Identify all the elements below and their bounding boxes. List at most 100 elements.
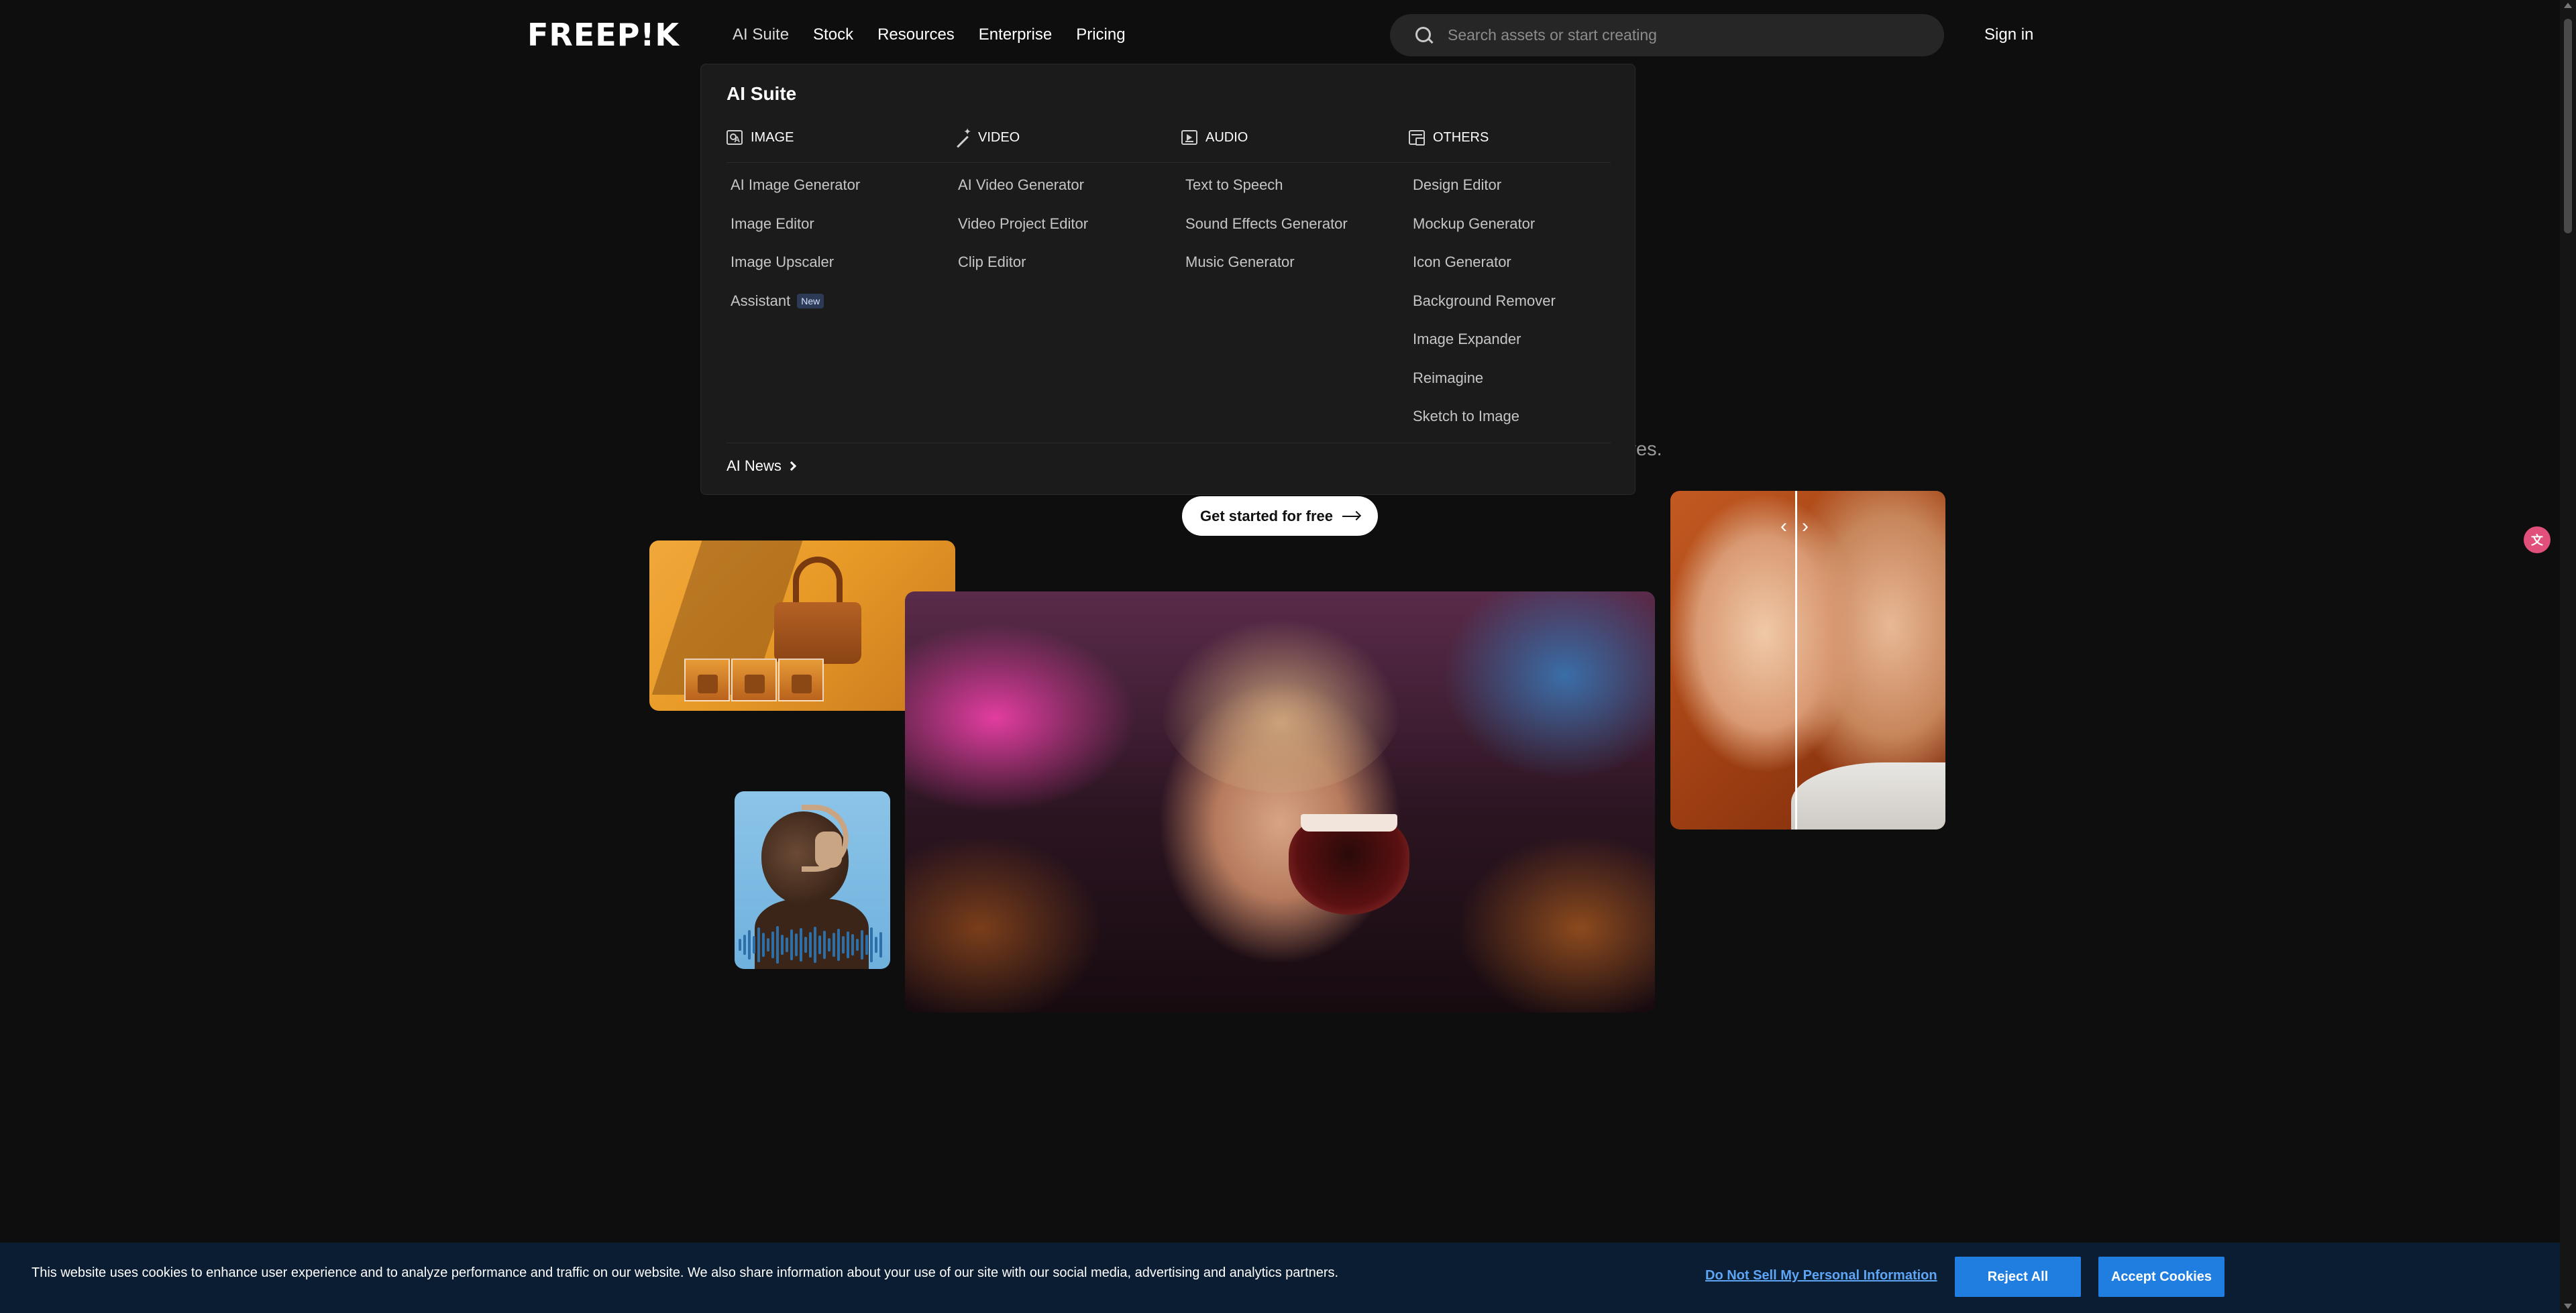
nav-resources[interactable]: Resources xyxy=(877,21,955,48)
cookie-text: This website uses cookies to enhance use… xyxy=(32,1265,1339,1280)
nav-stock[interactable]: Stock xyxy=(813,21,853,48)
column-others: OTHERS Design Editor Mockup Generator Ic… xyxy=(1409,127,1623,445)
waveform-bar xyxy=(804,937,807,953)
bag-thumbnail xyxy=(731,659,777,701)
column-image: IMAGE AI Image Generator Image Editor Im… xyxy=(727,127,941,329)
bag-body xyxy=(774,602,861,664)
column-audio: AUDIO Text to Speech Sound Effects Gener… xyxy=(1181,127,1396,290)
ai-news-link[interactable]: AI News xyxy=(727,457,796,475)
search-bar[interactable] xyxy=(1390,14,1944,56)
dropdown-title: AI Suite xyxy=(727,83,797,104)
bag-variants xyxy=(684,659,824,701)
kid-hair xyxy=(1160,618,1401,793)
link-icon-generator[interactable]: Icon Generator xyxy=(1409,251,1623,273)
waveform-bar xyxy=(814,927,816,963)
search-icon xyxy=(1415,26,1433,44)
chevron-right-icon xyxy=(786,461,796,471)
scrollbar[interactable] xyxy=(2560,0,2576,1313)
waveform-bar xyxy=(875,937,877,953)
waveform-bar xyxy=(828,938,830,952)
bag-thumbnail xyxy=(684,659,730,701)
divider xyxy=(727,162,1611,163)
waveform-bar xyxy=(823,931,826,959)
search-input[interactable] xyxy=(1448,26,1917,44)
link-assistant-label: Assistant xyxy=(731,292,791,309)
link-background-remover[interactable]: Background Remover xyxy=(1409,290,1623,312)
waveform-bar xyxy=(861,930,863,960)
column-heading-image: IMAGE xyxy=(727,127,941,148)
waveform-bar xyxy=(786,937,788,952)
link-assistant[interactable]: Assistant New xyxy=(727,290,941,312)
nav-ai-suite[interactable]: AI Suite xyxy=(733,21,789,48)
waveform-bar xyxy=(870,927,873,962)
link-ai-image-generator[interactable]: AI Image Generator xyxy=(727,174,941,196)
sign-in-link[interactable]: Sign in xyxy=(1984,21,2033,48)
waveform-bar xyxy=(762,933,765,957)
portrait-comparison-image: ‹› xyxy=(1670,491,1945,830)
accept-cookies-button[interactable]: Accept Cookies xyxy=(2098,1257,2224,1297)
get-started-button[interactable]: Get started for free xyxy=(1182,496,1378,536)
column-heading-others: OTHERS xyxy=(1409,127,1623,148)
link-image-upscaler[interactable]: Image Upscaler xyxy=(727,251,941,273)
column-heading-video: VIDEO xyxy=(954,126,1169,148)
main-nav: AI Suite Stock Resources Enterprise Pric… xyxy=(733,21,1150,48)
scroll-up-icon[interactable] xyxy=(2564,3,2572,8)
link-video-project-editor[interactable]: Video Project Editor xyxy=(954,213,1169,235)
waveform-bar xyxy=(833,933,835,957)
waveform-bar xyxy=(767,938,769,952)
reject-all-button[interactable]: Reject All xyxy=(1955,1257,2081,1297)
link-reimagine[interactable]: Reimagine xyxy=(1409,367,1623,389)
waveform-bar xyxy=(771,931,774,958)
waveform-bar xyxy=(739,939,741,951)
headphones-audio-image xyxy=(735,791,890,969)
heading-label: OTHERS xyxy=(1433,129,1489,145)
bag-thumbnail xyxy=(778,659,824,701)
waveform-bar xyxy=(795,933,798,956)
arrow-right-icon xyxy=(1342,515,1360,517)
scroll-thumb[interactable] xyxy=(2564,19,2572,233)
audio-icon xyxy=(1181,130,1197,145)
link-text-to-speech[interactable]: Text to Speech xyxy=(1181,174,1396,196)
comparison-arrows-icon[interactable]: ‹› xyxy=(1780,515,1823,538)
audio-waveform xyxy=(739,925,886,965)
waveform-bar xyxy=(781,935,784,955)
link-sketch-to-image[interactable]: Sketch to Image xyxy=(1409,406,1623,427)
waveform-bar xyxy=(837,929,840,961)
waveform-bar xyxy=(776,926,779,964)
link-ai-video-generator[interactable]: AI Video Generator xyxy=(954,174,1169,196)
link-image-expander[interactable]: Image Expander xyxy=(1409,329,1623,350)
link-image-editor[interactable]: Image Editor xyxy=(727,213,941,235)
freepik-logo[interactable]: FREEP!K xyxy=(527,19,688,50)
new-badge: New xyxy=(797,293,824,308)
waveform-bar xyxy=(879,932,882,958)
do-not-sell-link[interactable]: Do Not Sell My Personal Information xyxy=(1705,1268,1937,1283)
waveform-bar xyxy=(851,934,854,956)
waveform-bar xyxy=(856,939,859,951)
link-clip-editor[interactable]: Clip Editor xyxy=(954,251,1169,273)
link-sound-effects-generator[interactable]: Sound Effects Generator xyxy=(1181,213,1396,235)
waveform-bar xyxy=(865,935,868,955)
waveform-bar xyxy=(748,930,751,960)
column-heading-audio: AUDIO xyxy=(1181,127,1396,148)
waveform-bar xyxy=(753,936,755,954)
nav-enterprise[interactable]: Enterprise xyxy=(979,21,1052,48)
waveform-bar xyxy=(847,931,849,958)
waveform-bar xyxy=(800,928,802,962)
translate-icon[interactable]: 文 xyxy=(2524,526,2551,553)
waveform-bar xyxy=(809,932,812,958)
magic-wand-icon xyxy=(954,126,971,145)
cookie-banner: This website uses cookies to enhance use… xyxy=(0,1243,2560,1313)
heading-label: AUDIO xyxy=(1205,129,1248,145)
cta-label: Get started for free xyxy=(1199,507,1334,524)
link-design-editor[interactable]: Design Editor xyxy=(1409,174,1623,196)
link-mockup-generator[interactable]: Mockup Generator xyxy=(1409,213,1623,235)
nav-pricing[interactable]: Pricing xyxy=(1076,21,1125,48)
waveform-bar xyxy=(842,936,845,954)
apps-icon xyxy=(1409,130,1425,146)
laughing-child-video xyxy=(905,591,1655,1013)
scroll-down-icon[interactable] xyxy=(2564,1304,2572,1309)
comparison-divider[interactable] xyxy=(1795,491,1797,830)
column-video: VIDEO AI Video Generator Video Project E… xyxy=(954,126,1169,290)
waveform-bar xyxy=(757,927,760,962)
link-music-generator[interactable]: Music Generator xyxy=(1181,251,1396,273)
